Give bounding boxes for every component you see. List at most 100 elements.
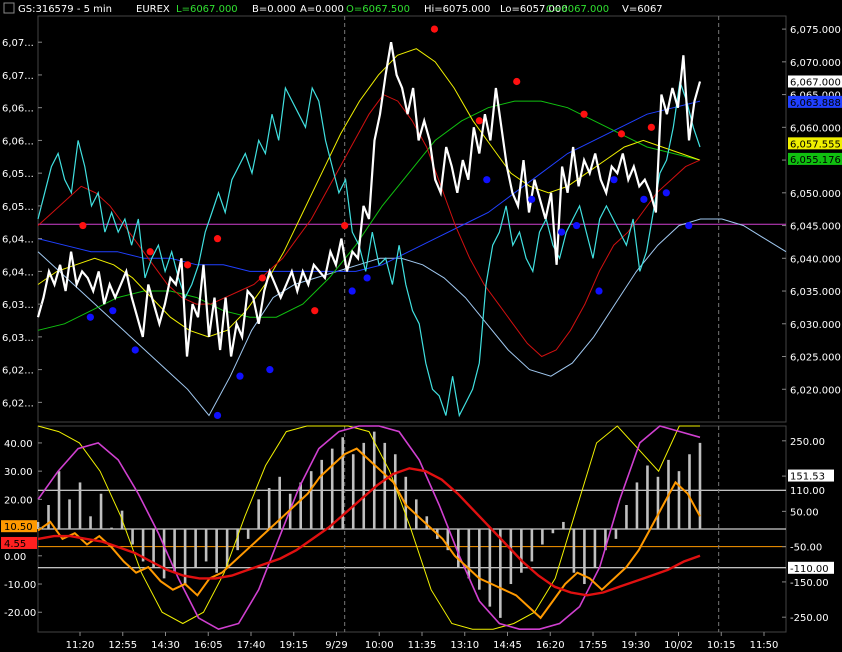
x-tick-label: 16:20 [536,640,565,651]
signal-dot-blue [528,195,536,203]
osc-right-tick-label: 250.00 [790,437,825,448]
signal-dot-blue [236,372,244,380]
chart-background [0,0,842,652]
osc-right-tick-label: -50.00 [790,543,822,554]
osc-right-tag-label: 110.00 [790,486,825,497]
signal-dot-blue [662,189,670,197]
header-volume: V=6067 [622,4,663,15]
price-left-tick-label: 6,02... [2,398,34,409]
price-left-tick-label: 6,05... [2,202,34,213]
osc-left-tick-label: 30.00 [4,467,33,478]
signal-dot-blue [348,287,356,295]
signal-dot-red [213,235,222,243]
price-left-tick-label: 6,07... [2,71,34,82]
osc-left-tick-label: 0.00 [4,552,26,563]
signal-dot-blue [610,176,618,184]
signal-dot-blue [109,307,117,315]
signal-dot-blue [685,221,693,230]
osc-right-tick-label: -150.00 [790,578,829,589]
signal-dot-red [146,248,154,256]
header-symbol: GS:316579 - 5 min [18,4,112,15]
price-right-tick-label: 6,060.000 [790,123,841,134]
price-right-tick-label: 6,075.000 [790,25,841,36]
header-open: O=6067.500 [346,4,410,15]
x-tick-label: 14:30 [151,640,180,651]
price-left-tick-label: 6,06... [2,136,34,147]
signal-dot-red [475,117,483,125]
signal-dot-red [258,274,266,282]
price-right-tick-label: 6,020.000 [790,385,841,396]
header-last: L=6067.000 [176,4,238,15]
x-tick-label: 12:55 [108,640,137,651]
osc-left-tick-label: -10.00 [4,580,36,591]
header-bar: GS:316579 - 5 min EUREX L=6067.000 B=0.0… [0,0,842,16]
price-left-tick-label: 6,02... [2,366,34,377]
signal-dot-blue [266,366,274,374]
signal-dot-blue [595,287,603,295]
price-right-tick-label: 6,070.000 [790,58,841,69]
signal-dot-blue [363,274,371,282]
signal-dot-blue [640,195,648,203]
signal-dot-red [617,130,626,138]
price-tag-label: 6,057.555 [790,139,841,150]
osc-left-tag-label: 10.50 [4,522,33,533]
x-tick-label: 14:45 [493,640,522,651]
price-tag-label: 6,055.176 [790,155,841,166]
price-right-tick-label: 6,030.000 [790,320,841,331]
x-tick-label: 16:05 [194,640,223,651]
osc-left-tick-label: 20.00 [4,495,33,506]
price-left-tick-label: 6,03... [2,333,34,344]
header-bid: B=0.000 [252,4,296,15]
osc-left-tick-label: -20.00 [4,608,36,619]
osc-right-tag-label: -110.00 [790,564,829,575]
x-tick-label: 19:30 [621,640,650,651]
signal-dot-red [341,221,349,230]
header-high: Hi=6075.000 [424,4,490,15]
price-left-tick-label: 6,05... [2,169,34,180]
x-tick-label: 11:20 [66,640,95,651]
price-left-tick-label: 6,06... [2,104,34,115]
price-right-tick-label: 6,025.000 [790,353,841,364]
header-exchange: EUREX [136,4,170,15]
x-tick-label: 11:35 [408,640,437,651]
signal-dot-blue [131,346,139,354]
header-background [0,0,842,16]
signal-dot-blue [558,228,566,236]
x-tick-label: 17:40 [237,640,266,651]
price-right-tick-label: 6,040.000 [790,254,841,265]
price-right-tick-label: 6,050.000 [790,189,841,200]
osc-right-tick-label: -250.00 [790,613,829,624]
x-tick-label: 10/02 [664,640,693,651]
x-tick-label: 17:55 [579,640,608,651]
price-left-tick-label: 6,04... [2,267,34,278]
price-right-tick-label: 6,035.000 [790,287,841,298]
header-close: C=6067.000 [546,4,609,15]
signal-dot-red [647,123,655,131]
signal-dot-red [513,77,521,86]
signal-dot-red [311,307,319,315]
price-tag-label: 6,063.888 [790,98,841,109]
signal-dot-red [79,221,87,230]
osc-right-tick-label: 50.00 [790,507,819,518]
price-tag-label: 6,067.000 [790,77,841,88]
signal-dot-blue [213,411,222,420]
header-ask: A=0.000 [300,4,344,15]
price-left-tick-label: 6,04... [2,235,34,246]
x-tick-label: 13:10 [450,640,479,651]
signal-dot-red [580,110,588,118]
x-tick-label: 11:50 [750,640,779,651]
signal-dot-blue [86,313,94,321]
osc-left-tick-label: 40.00 [4,439,33,450]
price-right-tick-label: 6,045.000 [790,222,841,233]
signal-dot-blue [483,176,491,184]
x-tick-label: 10:15 [707,640,736,651]
osc-right-tag-label: 151.53 [790,472,825,483]
x-tick-label: 19:15 [279,640,308,651]
signal-dot-red [430,25,439,33]
osc-left-tag-label: 4.55 [4,539,26,550]
chart-canvas: GS:316579 - 5 min EUREX L=6067.000 B=0.0… [0,0,842,652]
x-tick-label: 10:00 [365,640,394,651]
price-left-tick-label: 6,07... [2,38,34,49]
signal-dot-red [184,261,192,269]
signal-dot-blue [572,221,581,230]
